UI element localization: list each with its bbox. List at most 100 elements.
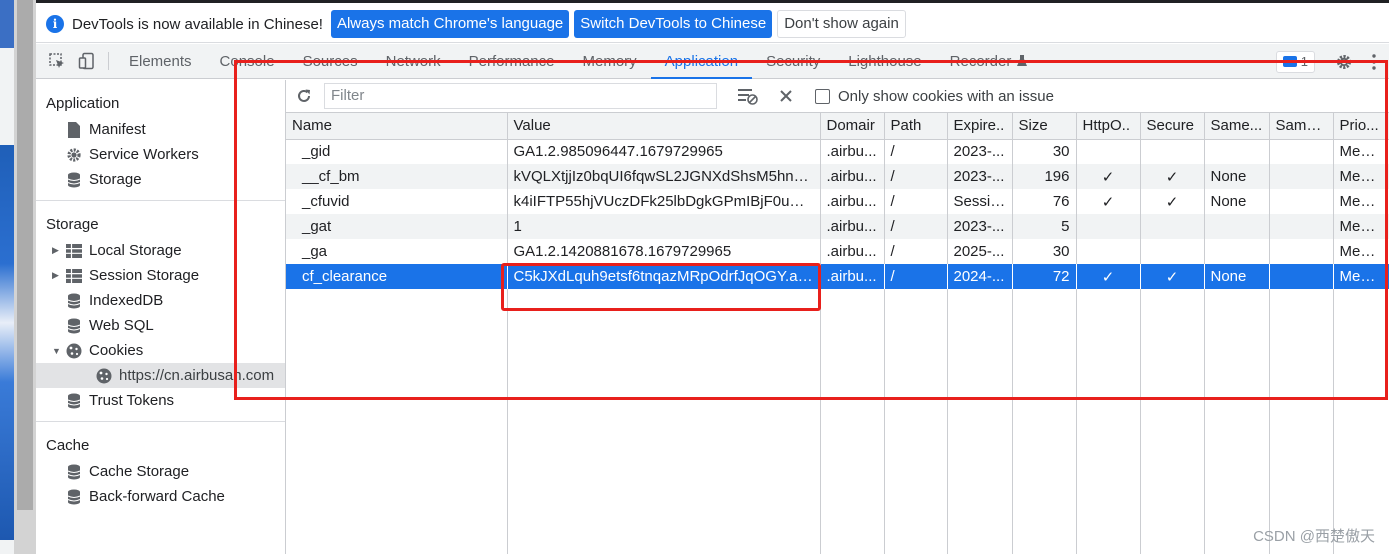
sidebar-item-service-workers[interactable]: Service Workers (36, 142, 285, 167)
cell-path: / (884, 239, 948, 264)
cell-expires: 2024-... (947, 264, 1013, 289)
document-icon (66, 121, 82, 138)
cell-path: / (884, 214, 948, 239)
cell-priority: Mediu... (1333, 139, 1389, 164)
database-icon (66, 172, 82, 188)
cell-samesite: None (1204, 189, 1270, 214)
sidebar-item-label: Manifest (89, 121, 146, 138)
cell-value: GA1.2.985096447.1679729965 (507, 139, 821, 164)
sidebar-item-indexeddb[interactable]: IndexedDB (36, 288, 285, 313)
sidebar-item-label: Back-forward Cache (89, 488, 225, 505)
tab-network[interactable]: Network (372, 44, 455, 78)
table-header-row: Name Value Domair Path Expire.. Size Htt… (286, 113, 1389, 140)
collapse-arrow-icon[interactable]: ▼ (52, 346, 62, 356)
tab-sources[interactable]: Sources (289, 44, 372, 78)
cell-samesite (1204, 214, 1270, 239)
cell-domain: .airbu... (820, 139, 885, 164)
sidebar-item-cache-storage[interactable]: Cache Storage (36, 459, 285, 484)
column-header-expires[interactable]: Expire.. (947, 113, 1013, 140)
sidebar-section-storage: Storage ▶ Local Storage ▶ Session Storag… (36, 201, 285, 422)
sidebar-item-storage-overview[interactable]: Storage (36, 167, 285, 192)
column-header-priority[interactable]: Prio... (1333, 113, 1389, 140)
only-issues-checkbox[interactable] (815, 88, 830, 104)
tab-recorder[interactable]: Recorder (936, 44, 1043, 78)
flask-icon (1017, 55, 1028, 66)
tab-elements[interactable]: Elements (115, 44, 206, 78)
page-image-edge (0, 145, 14, 540)
sidebar-item-web-sql[interactable]: Web SQL (36, 313, 285, 338)
cell-priority: Mediu... (1333, 164, 1389, 189)
tabbar-right-controls: 1 (1275, 44, 1389, 79)
cell-size: 5 (1012, 214, 1077, 239)
column-header-path[interactable]: Path (884, 113, 948, 140)
sidebar-item-cookies[interactable]: ▼ Cookies (36, 338, 285, 363)
watermark: CSDN @西楚傲天 (1253, 528, 1375, 545)
expand-arrow-icon[interactable]: ▶ (52, 270, 62, 281)
column-header-name[interactable]: Name (286, 113, 508, 140)
issues-count: 1 (1300, 54, 1308, 69)
refresh-icon[interactable] (296, 88, 312, 104)
table-row-selected[interactable]: cf_clearance C5kJXdLquh9etsf6tnqazMRpOdr… (286, 264, 1389, 289)
tab-performance[interactable]: Performance (455, 44, 569, 78)
switch-to-chinese-button[interactable]: Switch DevTools to Chinese (574, 10, 773, 38)
clear-all-cookies-icon[interactable] (779, 89, 793, 103)
expand-arrow-icon[interactable]: ▶ (52, 245, 62, 256)
column-header-size[interactable]: Size (1012, 113, 1077, 140)
issues-counter[interactable]: 1 (1275, 50, 1315, 73)
settings-gear-icon[interactable] (1329, 53, 1359, 71)
column-header-secure[interactable]: Secure (1140, 113, 1205, 140)
sidebar-item-local-storage[interactable]: ▶ Local Storage (36, 238, 285, 263)
cell-secure (1140, 214, 1205, 239)
database-icon (66, 318, 82, 334)
cookie-icon (66, 343, 82, 359)
cell-domain: .airbu... (820, 189, 885, 214)
sidebar-item-label: Local Storage (89, 242, 182, 259)
sidebar-item-manifest[interactable]: Manifest (36, 117, 285, 142)
sidebar-item-label: Service Workers (89, 146, 199, 163)
sidebar-item-back-forward-cache[interactable]: Back-forward Cache (36, 484, 285, 509)
tab-lighthouse[interactable]: Lighthouse (834, 44, 935, 78)
tab-console[interactable]: Console (206, 44, 289, 78)
cell-sameparty (1269, 164, 1334, 189)
table-row[interactable]: _gid GA1.2.985096447.1679729965 .airbu..… (286, 139, 1389, 164)
cell-expires: 2023-... (947, 139, 1013, 164)
tab-memory[interactable]: Memory (569, 44, 651, 78)
inspect-element-icon[interactable] (42, 44, 72, 78)
column-header-httponly[interactable]: HttpO.. (1076, 113, 1141, 140)
column-header-samesite[interactable]: Same... (1204, 113, 1270, 140)
cell-name: _gid (286, 139, 508, 164)
page-scrollbar-thumb[interactable] (17, 0, 33, 510)
table-row[interactable]: _ga GA1.2.1420881678.1679729965 .airbu..… (286, 239, 1389, 264)
tab-security[interactable]: Security (752, 44, 834, 78)
always-match-language-button[interactable]: Always match Chrome's language (330, 10, 570, 38)
cell-value: C5kJXdLquh9etsf6tnqazMRpOdrfJqOGY.aQ... (507, 264, 821, 289)
column-header-domain[interactable]: Domair (820, 113, 885, 140)
sidebar-title-storage: Storage (46, 216, 99, 233)
device-toolbar-icon[interactable] (72, 44, 102, 78)
sidebar-item-cookie-origin[interactable]: https://cn.airbusan.com (36, 363, 285, 388)
column-header-value[interactable]: Value (507, 113, 821, 140)
cell-samesite: None (1204, 164, 1270, 189)
clear-filtered-cookies-icon[interactable] (737, 87, 759, 105)
table-row[interactable]: _gat 1 .airbu... / 2023-... 5 Mediu... (286, 214, 1389, 239)
cell-httponly (1076, 214, 1141, 239)
sidebar-item-trust-tokens[interactable]: Trust Tokens (36, 388, 285, 413)
devtools-window: i DevTools is now available in Chinese! … (36, 0, 1389, 554)
issues-icon (1282, 56, 1297, 67)
more-options-icon[interactable] (1359, 53, 1389, 71)
filter-input[interactable]: Filter (324, 83, 717, 109)
cell-secure (1140, 139, 1205, 164)
sidebar-item-session-storage[interactable]: ▶ Session Storage (36, 263, 285, 288)
sidebar-item-label: Web SQL (89, 317, 154, 334)
page-accent (0, 0, 14, 48)
table-row[interactable]: __cf_bm kVQLXtjjIz0bqUI6fqwSL2JGNXdShsM5… (286, 164, 1389, 189)
cookies-panel: Filter Only show cookies with an issue N… (286, 80, 1389, 554)
tab-application[interactable]: Application (650, 44, 753, 79)
column-header-sameparty[interactable]: Same... (1269, 113, 1334, 140)
cell-samesite (1204, 139, 1270, 164)
sidebar-section-cache: Cache Cache Storage Back-forward Cache (36, 422, 285, 517)
cell-size: 76 (1012, 189, 1077, 214)
dont-show-again-button[interactable]: Don't show again (777, 10, 906, 38)
table-row[interactable]: _cfuvid k4iIFTP55hjVUczDFk25lbDgkGPmIBjF… (286, 189, 1389, 214)
cell-size: 30 (1012, 139, 1077, 164)
